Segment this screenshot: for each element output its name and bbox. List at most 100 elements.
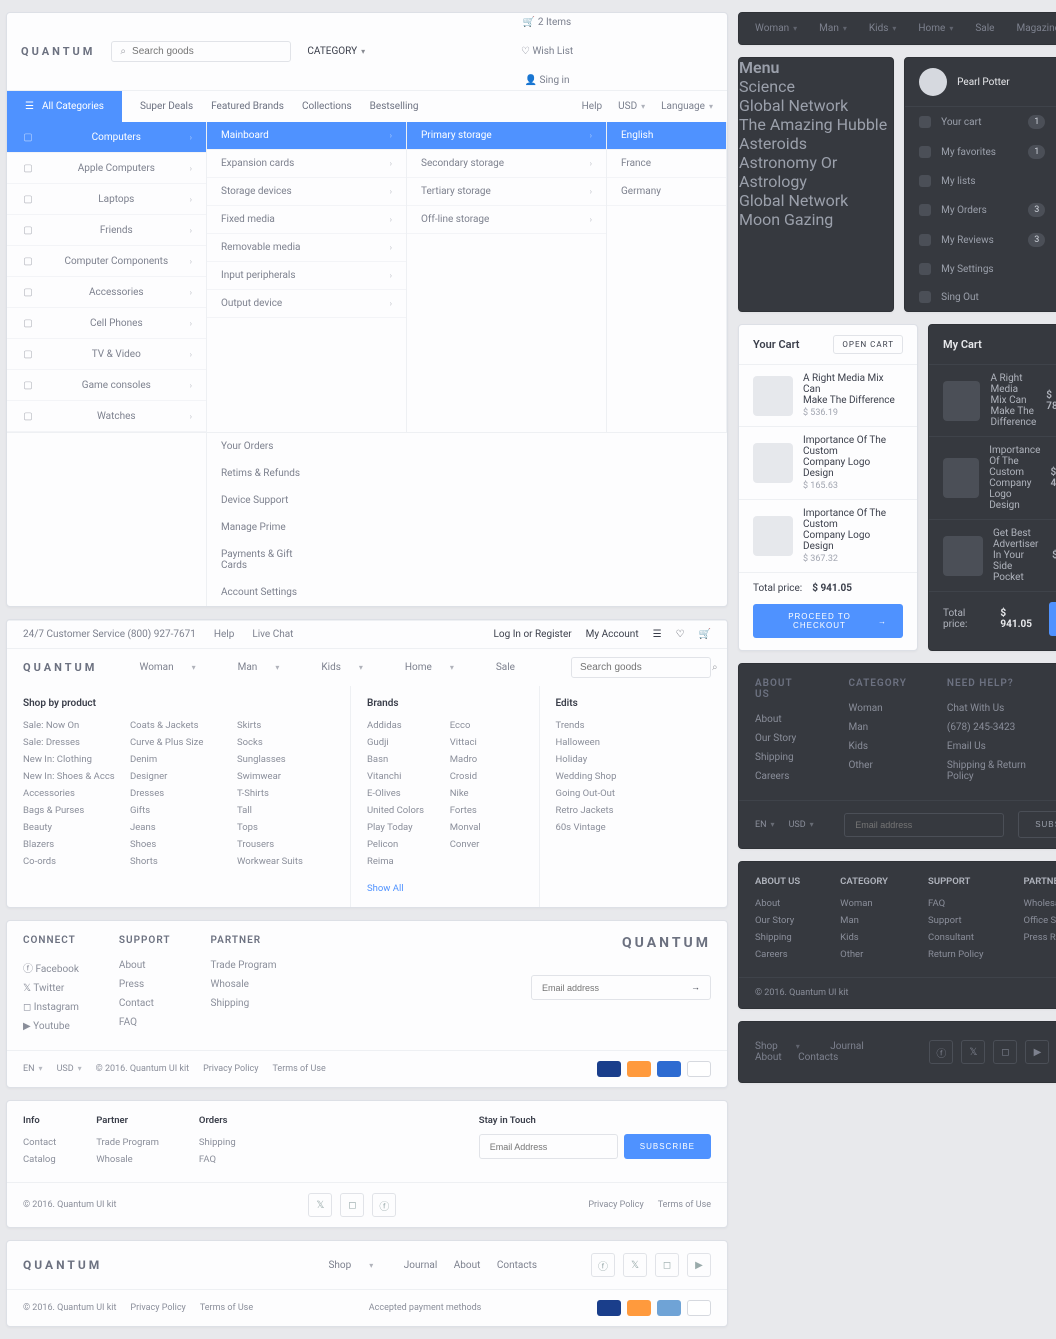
profile-menu-item[interactable]: My Reviews3: [905, 225, 1056, 255]
footer-link[interactable]: Catalog: [23, 1151, 56, 1168]
email-input[interactable]: [855, 820, 993, 830]
footer-link[interactable]: Other: [849, 756, 907, 775]
mega-item[interactable]: ▢Game consoles›: [7, 370, 206, 401]
checkout-button[interactable]: PROCEED TO CHECKOUT →: [753, 604, 903, 638]
show-all-link[interactable]: Show All: [367, 883, 404, 894]
tab-collections[interactable]: Collections: [302, 101, 352, 112]
nav-shop[interactable]: Shop▾: [328, 1260, 387, 1271]
cart-icon[interactable]: 🛒: [699, 629, 711, 640]
currency-select[interactable]: USD▾: [57, 1064, 82, 1074]
link-item[interactable]: Going Out-Out: [556, 785, 712, 802]
privacy-link[interactable]: Privacy Policy: [130, 1303, 185, 1313]
mega-item[interactable]: Fixed media›: [207, 206, 406, 234]
cart-indicator[interactable]: 🛒 2 Items: [523, 17, 571, 28]
mega-item[interactable]: ▢Laptops›: [7, 184, 206, 215]
mega-item[interactable]: Primary storage›: [407, 122, 606, 150]
mega-item[interactable]: Retims & Refunds: [207, 460, 327, 487]
footer-link[interactable]: Trade Program: [211, 956, 277, 975]
footer-link[interactable]: Contact: [119, 994, 171, 1013]
nav-journal[interactable]: Journal: [830, 1041, 864, 1052]
link-item[interactable]: Vitanchi: [367, 768, 440, 785]
search-input-2[interactable]: [580, 662, 712, 673]
footer-link[interactable]: Careers: [755, 946, 800, 963]
tab-featured-brands[interactable]: Featured Brands: [211, 101, 284, 112]
list-icon[interactable]: ☰: [653, 629, 662, 640]
email-input[interactable]: [542, 983, 691, 993]
mega-item[interactable]: Mainboard›: [207, 122, 406, 150]
footer-link[interactable]: Other: [840, 946, 888, 963]
login-link[interactable]: Log In or Register: [494, 629, 572, 640]
link-item[interactable]: Vittaci: [450, 734, 523, 751]
currency-select[interactable]: USD▾: [618, 101, 645, 112]
footer-link[interactable]: (678) 245-3423: [947, 718, 1051, 737]
link-item[interactable]: United Colors: [367, 802, 440, 819]
mega-item[interactable]: Storage devices›: [207, 178, 406, 206]
mega-item[interactable]: Account Settings: [207, 579, 327, 606]
facebook-icon[interactable]: ⓕ: [372, 1193, 396, 1217]
live-chat-link[interactable]: Live Chat: [252, 629, 293, 640]
link-item[interactable]: Sale: Now On: [23, 717, 120, 734]
footer-link[interactable]: About: [755, 710, 809, 729]
footer-link[interactable]: Office Solutions: [1024, 912, 1056, 929]
link-item[interactable]: Curve & Plus Size: [130, 734, 227, 751]
twitter-icon[interactable]: 𝕏: [623, 1253, 647, 1277]
footer-link[interactable]: About: [755, 895, 800, 912]
nav-home[interactable]: Home▾: [405, 662, 468, 673]
my-account-link[interactable]: My Account: [586, 629, 639, 640]
link-item[interactable]: Coats & Jackets: [130, 717, 227, 734]
category-select[interactable]: CATEGORY▾: [307, 46, 365, 57]
link-item[interactable]: Gudji: [367, 734, 440, 751]
mega-item[interactable]: Off-line storage›: [407, 206, 606, 234]
mega-item[interactable]: Manage Prime: [207, 514, 327, 541]
footer-link[interactable]: Trade Program: [96, 1134, 159, 1151]
footer-link[interactable]: Email Us: [947, 737, 1051, 756]
link-item[interactable]: New In: Shoes & Accs: [23, 768, 120, 785]
link-item[interactable]: Nike: [450, 785, 523, 802]
mega-item[interactable]: Output device›: [207, 290, 406, 318]
link-item[interactable]: Skirts: [237, 717, 334, 734]
all-categories-button[interactable]: ☰All Categories: [7, 91, 122, 122]
nav-kids[interactable]: Kids▾: [869, 23, 897, 34]
footer-link[interactable]: Kids: [840, 929, 888, 946]
heart-icon[interactable]: ♡: [676, 629, 685, 640]
link-item[interactable]: Blazers: [23, 836, 120, 853]
side-menu-item[interactable]: Moon Gazing: [739, 210, 893, 229]
link-item[interactable]: Bags & Purses: [23, 802, 120, 819]
link-item[interactable]: Retro Jackets: [556, 802, 712, 819]
facebook-icon[interactable]: ⓕ: [929, 1040, 953, 1064]
lang-select[interactable]: EN▾: [755, 820, 775, 830]
search-input[interactable]: [132, 46, 282, 57]
instagram-icon[interactable]: ◻: [993, 1040, 1017, 1064]
mega-item[interactable]: Payments & Gift Cards: [207, 541, 327, 579]
footer-link[interactable]: FAQ: [928, 895, 984, 912]
terms-link[interactable]: Terms of Use: [658, 1200, 711, 1210]
nav-contacts[interactable]: Contacts: [497, 1260, 537, 1271]
mega-item[interactable]: ▢Friends›: [7, 215, 206, 246]
side-menu-item[interactable]: Science: [739, 77, 893, 96]
footer-link[interactable]: Woman: [840, 895, 888, 912]
footer-link[interactable]: Kids: [849, 737, 907, 756]
footer-link[interactable]: Contact: [23, 1134, 56, 1151]
link-item[interactable]: Play Today: [367, 819, 440, 836]
twitter-icon[interactable]: 𝕏: [961, 1040, 985, 1064]
submit-icon[interactable]: →: [691, 982, 700, 993]
footer-link[interactable]: Press: [119, 975, 171, 994]
footer-link[interactable]: Wholesale: [1024, 895, 1056, 912]
checkout-button[interactable]: PROCEED TO CHECKOUT →: [1049, 602, 1056, 636]
link-item[interactable]: 60s Vintage: [556, 819, 712, 836]
nav-sale[interactable]: Sale: [975, 23, 994, 34]
footer-link[interactable]: Our Story: [755, 912, 800, 929]
open-cart-button[interactable]: OPEN CART: [833, 335, 903, 354]
mega-item[interactable]: ▢Watches›: [7, 401, 206, 432]
link-item[interactable]: Trends: [556, 717, 712, 734]
nav-home[interactable]: Home▾: [918, 23, 953, 34]
mega-item[interactable]: ▢Computer Components›: [7, 246, 206, 277]
mega-item[interactable]: ▢Apple Computers›: [7, 153, 206, 184]
mega-item[interactable]: Germany: [607, 178, 726, 206]
mega-item[interactable]: Expansion cards›: [207, 150, 406, 178]
nav-contacts[interactable]: Contacts: [798, 1052, 838, 1063]
side-menu-item[interactable]: The Amazing Hubble: [739, 115, 893, 134]
mega-item[interactable]: ▢TV & Video›: [7, 339, 206, 370]
instagram-icon[interactable]: ◻: [340, 1193, 364, 1217]
link-item[interactable]: E-Olives: [367, 785, 440, 802]
